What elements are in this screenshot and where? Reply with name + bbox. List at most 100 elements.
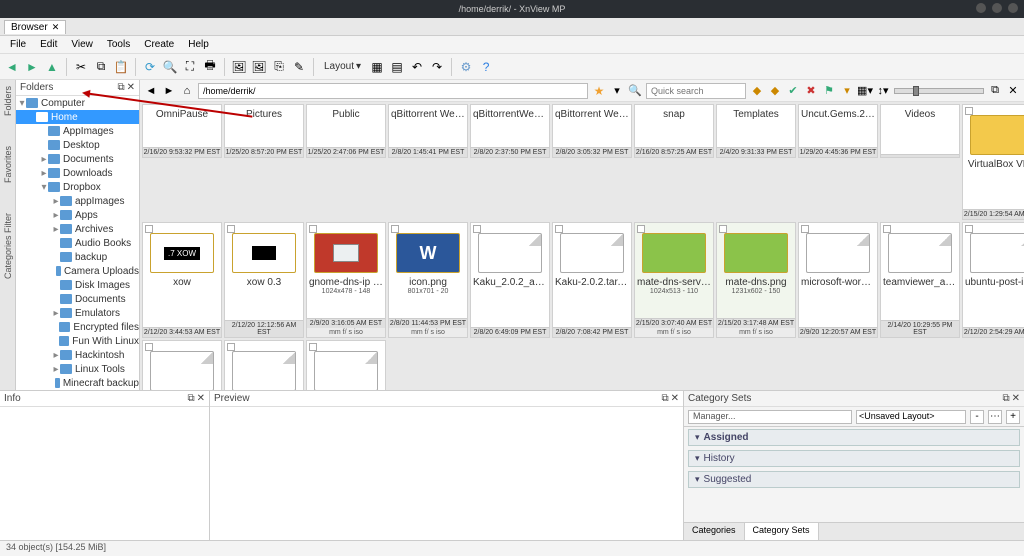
checkbox[interactable] <box>309 343 317 351</box>
refresh-icon[interactable]: ⟳ <box>142 59 158 75</box>
menu-file[interactable]: File <box>4 37 32 52</box>
thumbnail-item[interactable]: gnome-dns-ip 1024x47@...1024x478 - 1482/… <box>306 222 386 338</box>
view-mode-icon[interactable]: ▦▾ <box>858 84 872 98</box>
thumbnail-item[interactable]: mate-dns-server 1024x5...1024x513 - 1102… <box>634 222 714 338</box>
tree-item-appimages[interactable]: AppImages <box>16 124 139 138</box>
tree-item-db_appimages[interactable]: ▸appImages <box>16 194 139 208</box>
pin-icon[interactable]: ⧉ <box>117 82 124 93</box>
checkbox[interactable] <box>965 107 973 115</box>
tree-item-db_fun[interactable]: Fun With Linux <box>16 334 139 348</box>
thumbnail-item[interactable]: xow2/12/20 3:44:53 AM EST <box>142 222 222 338</box>
tab-category-sets[interactable]: Category Sets <box>745 523 819 540</box>
pin-icon[interactable]: ⧉ <box>1002 393 1009 404</box>
tree-item-dropbox[interactable]: ▾Dropbox <box>16 180 139 194</box>
nav-back-icon[interactable]: ◄ <box>144 84 158 98</box>
tree-item-db_hack[interactable]: ▸Hackintosh <box>16 348 139 362</box>
section-history[interactable]: ▾ History <box>688 450 1020 467</box>
thumbnail-item[interactable]: ubuntu-post-installer.sh...2/12/20 3:47:… <box>142 340 222 390</box>
thumbnail-item[interactable]: Kaku-2.0.2.tar.gz2/8/20 7:08:42 PM EST <box>552 222 632 338</box>
checkbox[interactable] <box>145 225 153 233</box>
checkbox[interactable] <box>883 225 891 233</box>
menu-tools[interactable]: Tools <box>101 37 136 52</box>
paste-icon[interactable]: 📋 <box>113 59 129 75</box>
side-tab-folders[interactable]: Folders <box>3 86 13 116</box>
layout-select[interactable]: <Unsaved Layout> <box>856 410 966 424</box>
thumbnail-item[interactable]: Pictures1/25/20 8:57:20 PM EST <box>224 104 304 158</box>
checkbox[interactable] <box>965 225 973 233</box>
next-icon[interactable]: ◆ <box>768 84 782 98</box>
list-icon[interactable]: ▤ <box>389 59 405 75</box>
thumbnail-item[interactable]: qBittorrent Web UI-win3...2/8/20 3:05:32… <box>552 104 632 158</box>
path-input[interactable] <box>198 83 588 99</box>
tree-item-db_audio[interactable]: Audio Books <box>16 236 139 250</box>
thumbnail-item[interactable]: XnViewMP-linux-x64.deb2/16/20 7:23:59 PM… <box>306 340 386 390</box>
dropdown-icon[interactable]: ▾ <box>610 84 624 98</box>
forward-icon[interactable]: ► <box>24 59 40 75</box>
favorite-icon[interactable]: ★ <box>592 84 606 98</box>
thumbnail-item[interactable]: VirtualBox VMs2/15/20 1:29:54 AM EST <box>962 104 1024 220</box>
close-panel-icon[interactable]: ✕ <box>1012 393 1020 404</box>
convert-icon[interactable]: ⎘ <box>271 59 287 75</box>
thumbnail-item[interactable]: Public1/25/20 2:47:06 PM EST <box>306 104 386 158</box>
tree-item-home[interactable]: Home <box>16 110 139 124</box>
thumbnail-item[interactable]: Uncut.Gems.2019.720p...1/29/20 4:45:36 P… <box>798 104 878 158</box>
plus-button[interactable]: + <box>1006 410 1020 424</box>
restore-icon[interactable]: ⧉ <box>988 84 1002 98</box>
tab-browser[interactable]: Browser ✕ <box>4 20 66 34</box>
side-tab-favorites[interactable]: Favorites <box>3 146 13 183</box>
grid-icon[interactable]: ▦ <box>369 59 385 75</box>
checkbox[interactable] <box>637 225 645 233</box>
image-icon[interactable]: 🖼 <box>231 59 247 75</box>
thumbnail-item[interactable]: v0.3.tar.gz2/12/20 12:11:25 AM EST <box>224 340 304 390</box>
pin-icon[interactable]: ⧉ <box>187 393 194 404</box>
dots-button[interactable]: ⋯ <box>988 410 1002 424</box>
thumbnail-item[interactable]: mate-dns.png1231x602 - 1502/15/20 3:17:4… <box>716 222 796 338</box>
thumbnail-item[interactable]: OmniPause2/16/20 9:53:32 PM EST <box>142 104 222 158</box>
close-icon[interactable] <box>1008 3 1018 13</box>
rotate-right-icon[interactable]: ↷ <box>429 59 445 75</box>
close-panel-icon[interactable]: ✕ <box>671 393 679 404</box>
thumb-size-slider[interactable] <box>894 88 984 94</box>
tree-item-desktop[interactable]: Desktop <box>16 138 139 152</box>
tree-item-db_emu[interactable]: ▸Emulators <box>16 306 139 320</box>
close-panel-icon[interactable]: ✕ <box>197 393 205 404</box>
side-tab-categories[interactable]: Categories Filter <box>3 213 13 279</box>
deselect-icon[interactable]: ✖ <box>804 84 818 98</box>
back-icon[interactable]: ◄ <box>4 59 20 75</box>
checkbox[interactable] <box>719 225 727 233</box>
checkbox[interactable] <box>227 343 235 351</box>
tree-item-db_apps[interactable]: ▸Apps <box>16 208 139 222</box>
checkbox[interactable] <box>555 225 563 233</box>
tree-item-db_disk[interactable]: Disk Images <box>16 278 139 292</box>
image2-icon[interactable]: 🖼 <box>251 59 267 75</box>
tree-item-downloads[interactable]: ▸Downloads <box>16 166 139 180</box>
tree-item-db_archives[interactable]: ▸Archives <box>16 222 139 236</box>
tree-item-db_camera[interactable]: Camera Uploads <box>16 264 139 278</box>
zoom-icon[interactable]: 🔍 <box>162 59 178 75</box>
prev-icon[interactable]: ◆ <box>750 84 764 98</box>
filter-icon[interactable]: ▾ <box>840 84 854 98</box>
thumbnail-item[interactable]: ubuntu-post-installer.sh2/12/20 2:54:29 … <box>962 222 1024 338</box>
section-suggested[interactable]: ▾ Suggested <box>688 471 1020 488</box>
help-icon[interactable]: ? <box>478 59 494 75</box>
menu-help[interactable]: Help <box>182 37 215 52</box>
sort-icon[interactable]: ↕▾ <box>876 84 890 98</box>
up-icon[interactable]: ▲ <box>44 59 60 75</box>
thumbnail-item[interactable]: qBittorrentWebUI-linux-...2/8/20 2:37:50… <box>470 104 550 158</box>
manager-button[interactable]: Manager... <box>688 410 852 424</box>
tab-close-icon[interactable]: ✕ <box>52 22 60 33</box>
nav-fwd-icon[interactable]: ► <box>162 84 176 98</box>
checkbox[interactable] <box>473 225 481 233</box>
close-panel-icon[interactable]: ✕ <box>127 82 135 93</box>
checkbox[interactable] <box>309 225 317 233</box>
thumbnail-item[interactable]: Kaku_2.0.2_amd64.deb2/8/20 6:49:09 PM ES… <box>470 222 550 338</box>
checkbox[interactable] <box>227 225 235 233</box>
close-pane-icon[interactable]: ✕ <box>1006 84 1020 98</box>
thumbnail-item[interactable]: Wicon.png801x701 - 202/8/20 11:44:53 PM … <box>388 222 468 338</box>
cut-icon[interactable]: ✂ <box>73 59 89 75</box>
home-icon[interactable]: ⌂ <box>180 84 194 98</box>
thumbnail-item[interactable]: teamviewer_amd64.deb2/14/20 10:29:55 PM … <box>880 222 960 338</box>
menu-create[interactable]: Create <box>138 37 180 52</box>
layout-dropdown[interactable]: Layout ▾ <box>320 61 365 72</box>
tab-categories[interactable]: Categories <box>684 523 745 540</box>
